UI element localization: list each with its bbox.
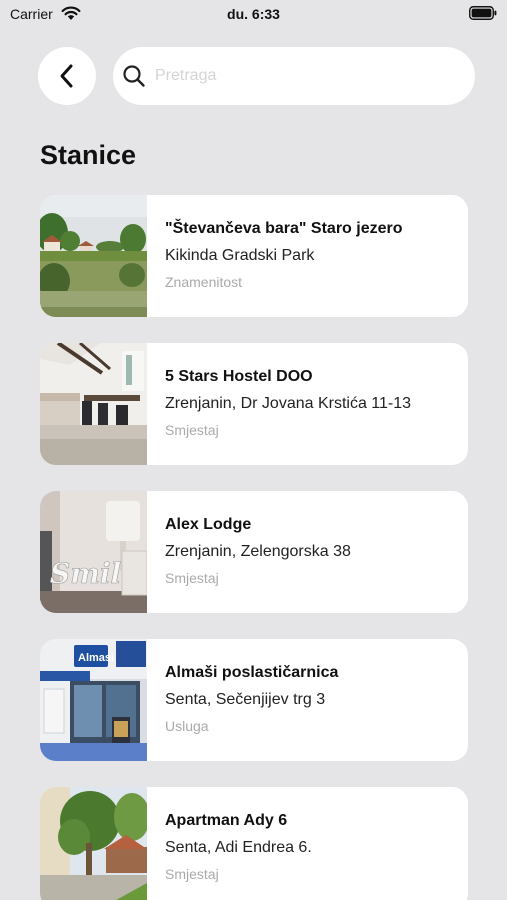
smile-decor-text: Smil [50, 557, 121, 590]
station-title: Almaši poslastičarnica [165, 664, 339, 681]
station-category: Znamenitost [165, 274, 243, 290]
station-address: Senta, Sečenjijev trg 3 [165, 691, 326, 708]
chevron-left-icon [60, 64, 73, 88]
station-thumbnail [40, 787, 147, 900]
back-button[interactable] [38, 47, 96, 105]
station-address: Zrenjanin, Zelengorska 38 [165, 543, 351, 560]
search-bar[interactable] [113, 47, 475, 105]
station-title: "Števančeva bara" Staro jezero [165, 220, 403, 237]
station-title: Alex Lodge [165, 516, 252, 533]
station-address: Senta, Adi Endrea 6. [165, 839, 312, 856]
search-input[interactable] [155, 67, 455, 85]
page-title: Stanice [40, 140, 137, 170]
station-card[interactable]: "Števančeva bara" Staro jezero Kikinda G… [40, 195, 468, 317]
station-card[interactable]: 5 Stars Hostel DOO Zrenjanin, Dr Jovana … [40, 343, 468, 465]
station-card[interactable]: Smil Alex Lodge Zrenjanin, Zelengorska 3… [40, 491, 468, 613]
station-category: Usluga [165, 718, 209, 734]
screen: Carrier du. 6:33 Stanice [0, 0, 507, 900]
station-info: Alex Lodge Zrenjanin, Zelengorska 38 Smj… [165, 516, 460, 586]
station-category: Smjestaj [165, 866, 219, 882]
station-title: 5 Stars Hostel DOO [165, 368, 313, 385]
almasi-sign-text: Almasi [78, 652, 114, 664]
station-address: Kikinda Gradski Park [165, 247, 315, 264]
status-bar: Carrier du. 6:33 [0, 0, 507, 28]
station-info: 5 Stars Hostel DOO Zrenjanin, Dr Jovana … [165, 368, 460, 438]
station-thumbnail: Almasi [40, 639, 147, 761]
station-thumbnail: Smil [40, 491, 147, 613]
station-thumbnail [40, 343, 147, 465]
station-info: Almaši poslastičarnica Senta, Sečenjijev… [165, 664, 460, 734]
station-thumbnail [40, 195, 147, 317]
station-title: Apartman Ady 6 [165, 812, 288, 829]
station-category: Smjestaj [165, 422, 219, 438]
clock-time: du. 6:33 [227, 6, 280, 22]
station-category: Smjestaj [165, 570, 219, 586]
station-address: Zrenjanin, Dr Jovana Krstića 11-13 [165, 395, 412, 412]
station-list: "Števančeva bara" Staro jezero Kikinda G… [40, 195, 468, 900]
station-info: "Števančeva bara" Staro jezero Kikinda G… [165, 220, 460, 290]
station-card[interactable]: Apartman Ady 6 Senta, Adi Endrea 6. Smje… [40, 787, 468, 900]
search-icon [123, 65, 145, 87]
battery-icon [469, 6, 497, 20]
station-card[interactable]: Almasi Almaši poslastičarnica Senta, Seč… [40, 639, 468, 761]
station-info: Apartman Ady 6 Senta, Adi Endrea 6. Smje… [165, 812, 460, 882]
